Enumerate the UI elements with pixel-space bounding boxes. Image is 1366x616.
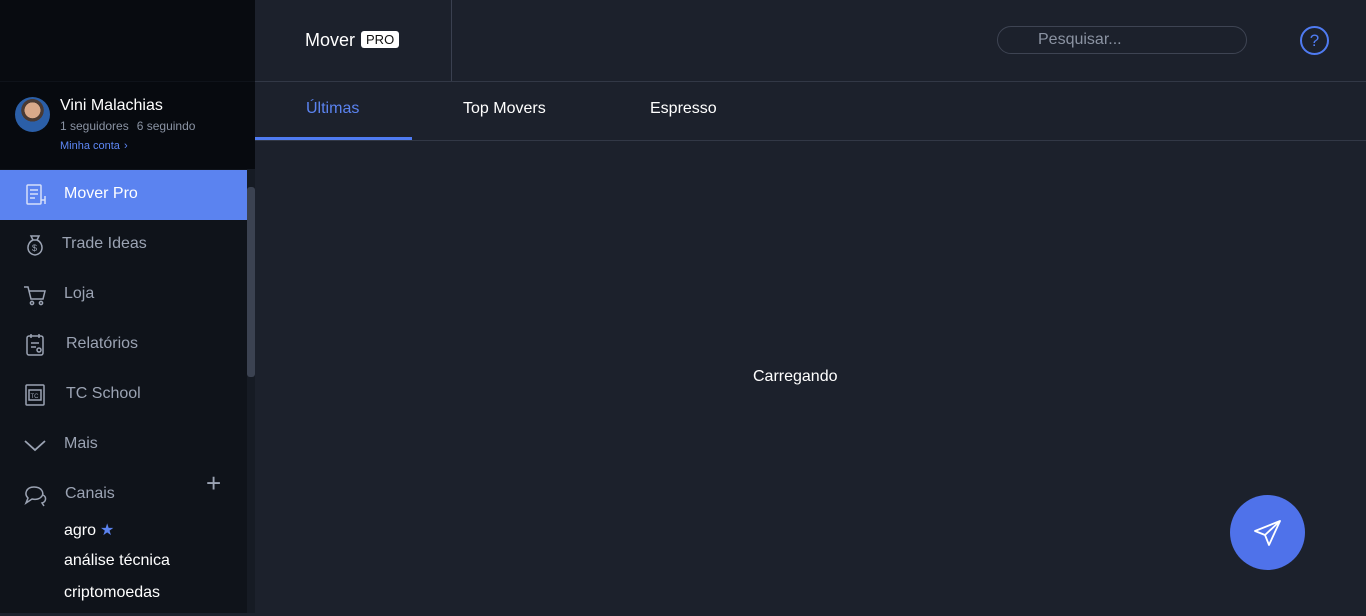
channel-item-analise-tecnica[interactable]: análise técnica xyxy=(64,552,170,584)
send-button[interactable] xyxy=(1230,495,1305,570)
scrollbar-thumb[interactable] xyxy=(247,187,255,377)
top-bar: Mover PRO ? xyxy=(255,0,1366,82)
sidebar-header xyxy=(0,0,255,81)
star-icon: ★ xyxy=(100,522,115,539)
profile-card: Vini Malachias 1 seguidores 6 seguindo Mi… xyxy=(0,82,255,169)
active-tab-indicator xyxy=(255,137,412,140)
document-icon xyxy=(26,184,46,205)
sidebar-nav: Mover Pro $ Trade Ideas Loja Relatórios … xyxy=(0,170,247,520)
sidebar-item-relatorios[interactable]: Relatórios xyxy=(0,320,247,370)
sidebar-item-label: Trade Ideas xyxy=(62,235,147,252)
my-account-label: Minha conta xyxy=(60,140,120,152)
sidebar: Vini Malachias 1 seguidores 6 seguindo Mi… xyxy=(0,0,255,613)
tab-top-movers[interactable]: Top Movers xyxy=(463,100,546,118)
profile-name[interactable]: Vini Malachias xyxy=(60,97,163,115)
channel-list: agro ★ análise técnica criptomoedas xyxy=(64,520,170,616)
avatar[interactable] xyxy=(15,97,50,132)
loading-text: Carregando xyxy=(753,368,838,385)
sidebar-item-trade-ideas[interactable]: $ Trade Ideas xyxy=(0,220,247,270)
channel-item-agro[interactable]: agro ★ xyxy=(64,520,170,552)
sidebar-item-label: Loja xyxy=(64,285,95,302)
sidebar-item-canais[interactable]: Canais + xyxy=(0,468,247,520)
sidebar-item-label: TC School xyxy=(66,385,141,402)
cart-icon xyxy=(24,286,46,306)
chevron-down-icon xyxy=(24,440,46,452)
send-icon xyxy=(1254,520,1281,546)
sidebar-item-label: Relatórios xyxy=(66,335,139,352)
svg-text:$: $ xyxy=(32,243,37,253)
money-bag-icon: $ xyxy=(27,235,43,256)
channel-label: agro xyxy=(64,522,97,539)
sidebar-item-mover-pro[interactable]: Mover Pro xyxy=(0,170,247,220)
sidebar-item-label: Mover Pro xyxy=(64,185,138,202)
tab-espresso[interactable]: Espresso xyxy=(650,100,717,118)
add-channel-icon[interactable]: + xyxy=(206,468,221,499)
chevron-right-icon: › xyxy=(123,140,128,152)
sidebar-item-label: Mais xyxy=(64,435,98,452)
channel-item-criptomoedas[interactable]: criptomoedas xyxy=(64,584,170,616)
search-input[interactable] xyxy=(997,26,1247,54)
channel-label: criptomoedas xyxy=(64,584,161,601)
channel-label: análise técnica xyxy=(64,552,170,569)
sidebar-item-label: Canais xyxy=(65,485,115,502)
header-divider xyxy=(451,0,452,81)
tab-bar: Últimas Top Movers Espresso xyxy=(255,82,1366,141)
svg-text:TC: TC xyxy=(31,394,40,400)
brand-name: Mover xyxy=(305,30,356,50)
sidebar-scrollbar[interactable] xyxy=(247,169,255,613)
pro-badge: PRO xyxy=(361,31,400,48)
sidebar-item-tc-school[interactable]: TC TC School xyxy=(0,370,247,420)
report-icon xyxy=(26,334,44,356)
followers-count[interactable]: 1 seguidores xyxy=(60,119,129,133)
chat-icon xyxy=(24,486,47,507)
my-account-link[interactable]: Minha conta › xyxy=(60,140,128,152)
tab-ultimas[interactable]: Últimas xyxy=(306,100,359,118)
help-icon[interactable]: ? xyxy=(1300,26,1329,55)
school-icon: TC xyxy=(25,384,45,406)
sidebar-item-mais[interactable]: Mais xyxy=(0,420,247,470)
profile-stats: 1 seguidores 6 seguindo xyxy=(60,119,195,133)
following-count[interactable]: 6 seguindo xyxy=(137,119,196,133)
brand-logo[interactable]: Mover PRO xyxy=(305,30,400,51)
sidebar-item-loja[interactable]: Loja xyxy=(0,270,247,320)
